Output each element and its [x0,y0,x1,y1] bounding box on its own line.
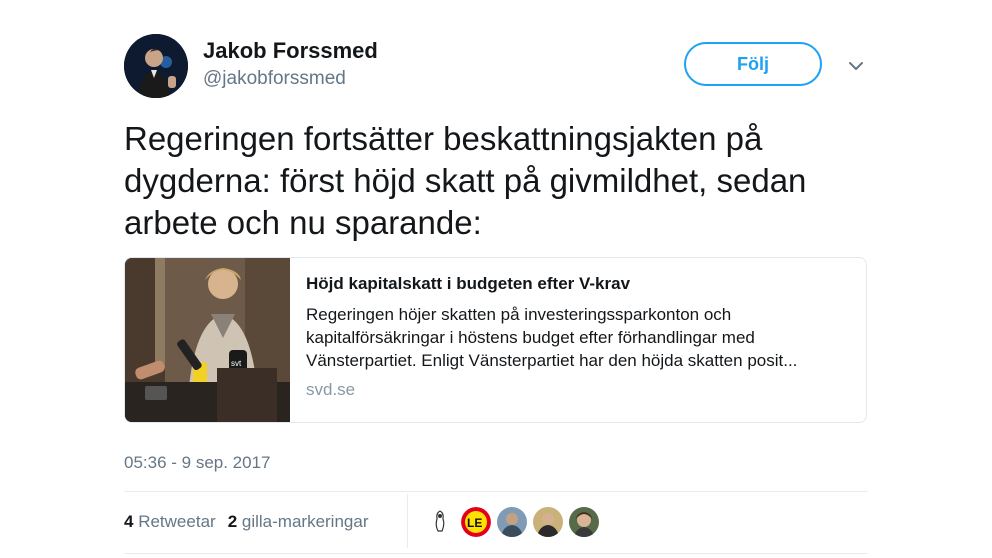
link-card[interactable]: svt Höjd kapitalskatt i budgeten efter V… [124,257,867,423]
likes-stat[interactable]: 2 gilla-markeringar [228,512,369,532]
tweet-text: Regeringen fortsätter beskattningsjakten… [124,120,807,241]
liker-avatar-2[interactable]: LE [460,506,492,538]
display-name[interactable]: Jakob Forssmed [203,38,378,64]
chevron-down-icon[interactable] [846,58,866,74]
profile-photo-icon [124,34,188,98]
tweet-timestamp[interactable]: 05:36 - 9 sep. 2017 [124,453,271,473]
liker-avatar-3[interactable] [496,506,528,538]
follow-button[interactable]: Följ [684,42,822,86]
retweet-label: Retweetar [138,512,216,531]
divider [124,491,868,492]
tweet: Jakob Forssmed @jakobforssmed Följ Reger… [0,0,992,558]
card-body: Höjd kapitalskatt i budgeten efter V-kra… [306,273,856,400]
liker-avatar-5[interactable] [568,506,600,538]
card-domain: svd.se [306,380,356,399]
retweet-stat[interactable]: 4 Retweetar [124,512,216,532]
divider-bottom [124,553,868,554]
stats-separator [407,494,408,548]
card-description: Regeringen höjer skatten på investerings… [306,305,798,370]
likes-count: 2 [227,512,238,531]
card-image: svt [125,258,290,422]
card-title[interactable]: Höjd kapitalskatt i budgeten efter V-kra… [306,273,856,295]
likes-label: gilla-markeringar [241,512,369,531]
retweet-count: 4 [124,512,134,531]
liker-avatar-1[interactable] [424,506,456,538]
tweet-stats: 4 Retweetar 2 gilla-markeringar [124,512,369,532]
svt-mic-label: svt [231,359,242,368]
liker-2-badge: LE [467,516,482,530]
user-avatar[interactable] [124,34,188,98]
user-handle[interactable]: @jakobforssmed [203,68,346,90]
liker-avatar-4[interactable] [532,506,564,538]
likers-list: LE [424,506,600,538]
